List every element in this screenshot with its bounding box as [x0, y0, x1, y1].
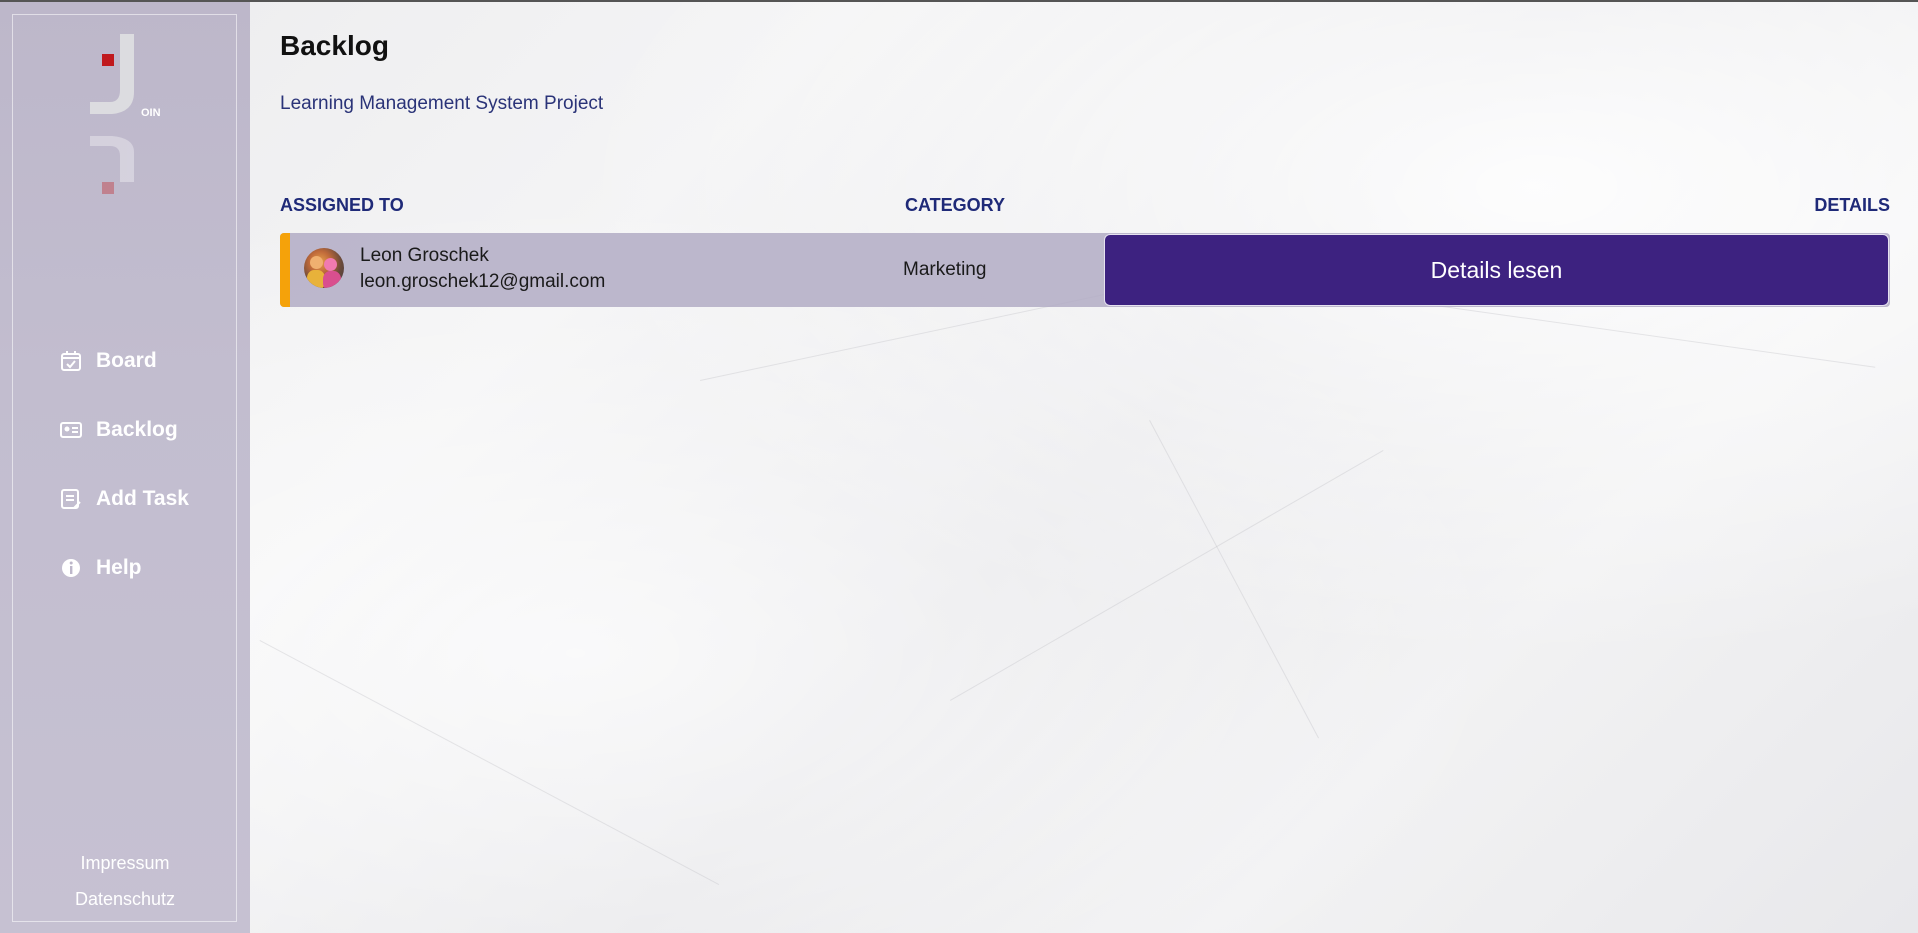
assignee-email: leon.groschek12@gmail.com	[360, 271, 606, 292]
sidebar: OIN Board Backlog Add Task Help Impressu…	[0, 2, 250, 933]
sidebar-footer: Impressum Datenschutz	[0, 848, 250, 920]
sidebar-item-board[interactable]: Board	[60, 347, 189, 375]
column-header-category: CATEGORY	[905, 195, 1006, 215]
table-row: Leon Groschek leon.groschek12@gmail.com …	[280, 233, 1890, 307]
marble-vein	[950, 450, 1384, 701]
backlog-icon	[60, 419, 82, 441]
board-icon	[60, 350, 82, 372]
task-category: Marketing	[903, 259, 987, 280]
sidebar-item-label: Backlog	[96, 418, 178, 441]
column-header-details: DETAILS	[1814, 195, 1890, 215]
sidebar-item-help[interactable]: Help	[60, 554, 189, 582]
add-task-icon	[60, 488, 82, 510]
assignee-name: Leon Groschek	[360, 245, 489, 266]
marble-vein	[1149, 420, 1320, 739]
info-icon	[60, 557, 82, 579]
details-button[interactable]: Details lesen	[1104, 234, 1889, 306]
sidebar-item-add-task[interactable]: Add Task	[60, 485, 189, 513]
sidebar-item-label: Add Task	[96, 487, 189, 510]
impressum-link[interactable]: Impressum	[0, 848, 250, 884]
project-name: Learning Management System Project	[280, 93, 604, 114]
marble-vein	[1399, 300, 1876, 368]
join-logo[interactable]: OIN	[84, 32, 174, 202]
avatar	[304, 248, 344, 288]
sidebar-nav: Board Backlog Add Task Help	[60, 347, 189, 623]
sidebar-item-backlog[interactable]: Backlog	[60, 416, 189, 444]
page-title: Backlog	[280, 30, 389, 61]
category-accent-bar	[280, 233, 290, 307]
sidebar-item-label: Board	[96, 349, 157, 372]
sidebar-item-label: Help	[96, 556, 142, 579]
marble-vein	[259, 640, 720, 886]
logo-text: OIN	[141, 107, 161, 119]
datenschutz-link[interactable]: Datenschutz	[0, 884, 250, 920]
column-header-assigned-to: ASSIGNED TO	[280, 195, 404, 215]
window-top-border	[0, 0, 1918, 2]
